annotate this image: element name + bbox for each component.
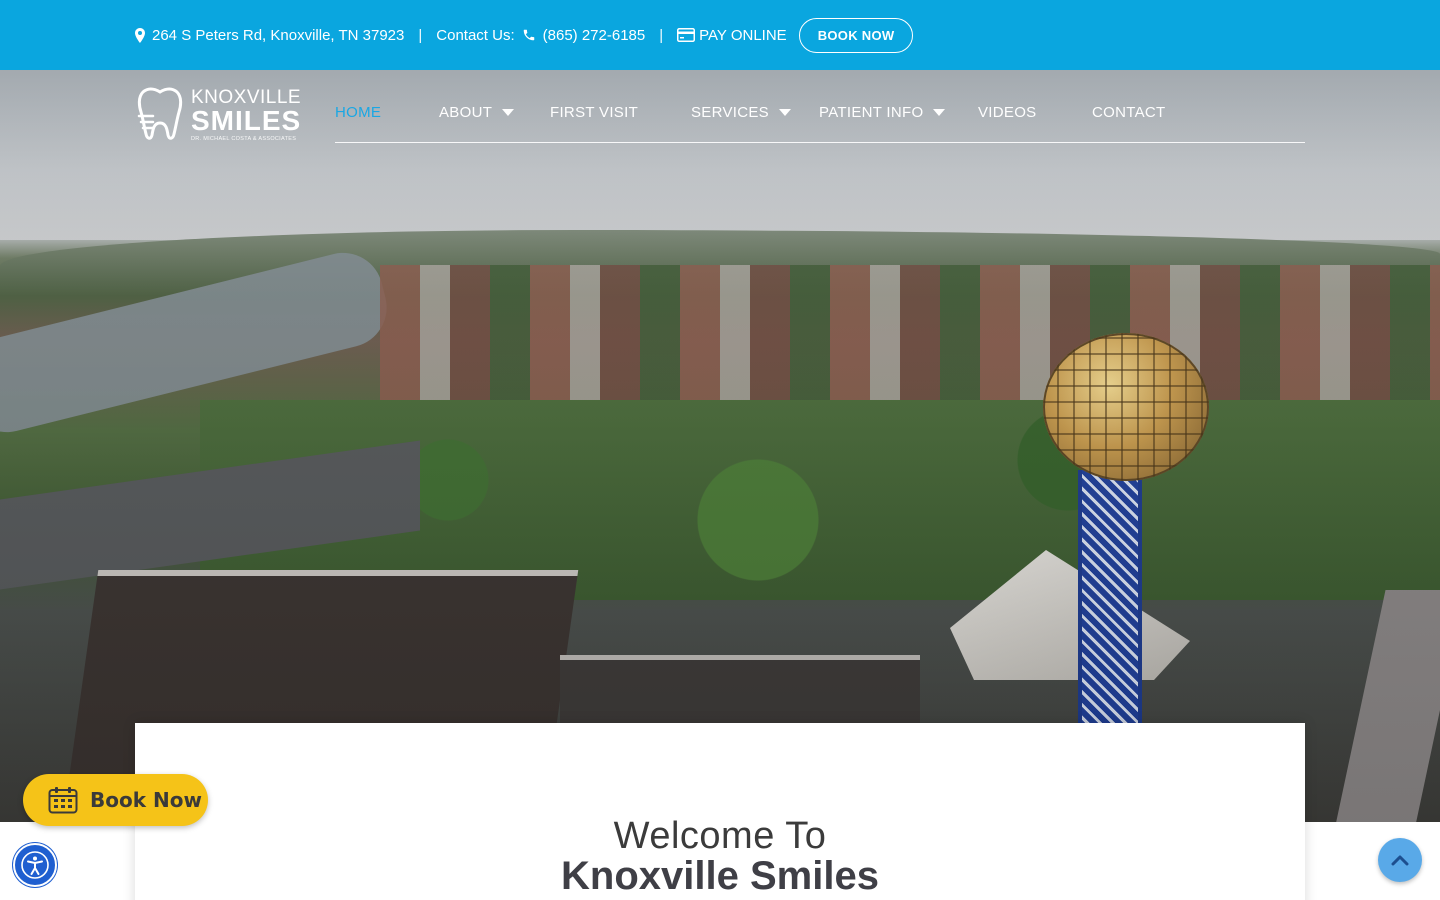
nav-label: CONTACT <box>1092 104 1166 121</box>
logo-line1: KNOXVILLE <box>191 86 302 108</box>
hero-overlay <box>0 70 1440 822</box>
floating-book-now-label: Book Now <box>90 788 202 812</box>
logo-text: KNOXVILLE SMILES DR. MICHAEL COSTA & ASS… <box>191 88 301 143</box>
credit-card-icon <box>677 28 696 42</box>
caret-down-icon <box>779 109 791 116</box>
nav-contact[interactable]: CONTACT <box>1092 104 1165 121</box>
book-now-button[interactable]: BOOK NOW <box>798 17 914 53</box>
logo-tagline: DR. MICHAEL COSTA & ASSOCIATES <box>191 135 297 142</box>
welcome-heading: Welcome To <box>613 815 827 857</box>
nav-label: ABOUT <box>439 104 493 121</box>
caret-down-icon <box>502 109 515 116</box>
top-bar: 264 S Peters Rd, Knoxville, TN 37923 | C… <box>0 0 1440 70</box>
welcome-brand: Knoxville Smiles <box>561 854 879 898</box>
back-to-top-button[interactable] <box>1378 838 1422 882</box>
nav-about[interactable]: ABOUT <box>439 104 515 121</box>
nav-label: FIRST VISIT <box>550 104 639 121</box>
main-nav: HOME ABOUT FIRST VISIT SERVICES PATIENT … <box>335 100 1305 143</box>
pay-online-link[interactable]: PAY ONLINE <box>677 27 787 44</box>
nav-label: VIDEOS <box>978 104 1037 121</box>
contact-label: Contact Us: <box>436 26 515 44</box>
site-logo[interactable]: KNOXVILLE SMILES DR. MICHAEL COSTA & ASS… <box>135 86 307 144</box>
contact[interactable]: Contact Us: (865) 272-6185 <box>436 27 645 44</box>
floating-book-now-button[interactable]: Book Now <box>23 774 208 826</box>
nav-label: PATIENT INFO <box>819 104 924 121</box>
welcome-card: Welcome To Knoxville Smiles <box>135 723 1305 900</box>
nav-first-visit[interactable]: FIRST VISIT <box>550 104 638 121</box>
nav-patient-info[interactable]: PATIENT INFO <box>819 104 946 121</box>
nav-label: SERVICES <box>691 104 769 121</box>
caret-down-icon <box>933 109 946 116</box>
accessibility-icon <box>21 851 49 879</box>
separator: | <box>659 26 664 44</box>
nav-label: HOME <box>335 104 382 121</box>
separator: | <box>418 26 423 44</box>
map-marker-icon <box>135 27 145 43</box>
address[interactable]: 264 S Peters Rd, Knoxville, TN 37923 <box>135 27 404 44</box>
calendar-icon <box>48 787 78 814</box>
phone-number[interactable]: (865) 272-6185 <box>543 27 646 44</box>
accessibility-button[interactable] <box>13 843 57 887</box>
chevron-up-icon <box>1391 855 1409 866</box>
hero-image <box>0 70 1440 822</box>
nav-services[interactable]: SERVICES <box>691 104 791 121</box>
phone-icon <box>523 29 534 41</box>
pay-online-label: PAY ONLINE <box>699 26 787 44</box>
tooth-logo-icon <box>137 87 183 140</box>
nav-videos[interactable]: VIDEOS <box>978 104 1036 121</box>
address-text: 264 S Peters Rd, Knoxville, TN 37923 <box>152 26 405 44</box>
logo-line2: SMILES <box>191 104 302 136</box>
nav-home[interactable]: HOME <box>335 104 381 121</box>
